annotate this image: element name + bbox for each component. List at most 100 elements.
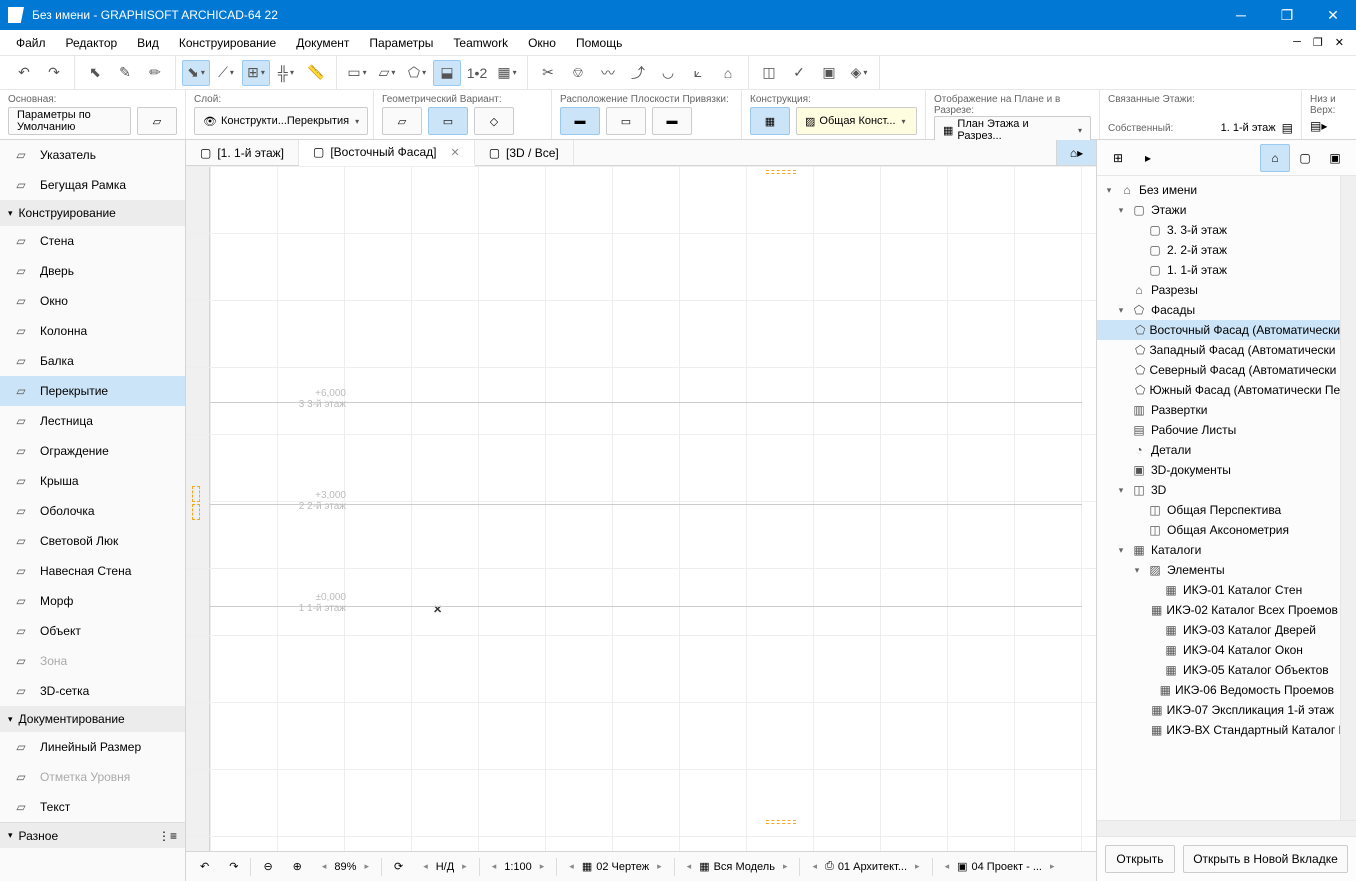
project-value[interactable]: ▣04 Проект - ... bbox=[937, 856, 1063, 878]
intersect-button[interactable]: ⤴ bbox=[624, 60, 652, 86]
navigator-h-scrollbar[interactable] bbox=[1097, 820, 1356, 836]
redo-button[interactable]: ↷ bbox=[40, 60, 68, 86]
scale-value[interactable]: 1:100 bbox=[484, 856, 553, 878]
tree-item[interactable]: ▥Развертки bbox=[1097, 400, 1340, 420]
dimension-tool[interactable]: ▱Линейный Размер bbox=[0, 732, 185, 762]
tree-toggle-icon[interactable]: ▾ bbox=[1115, 205, 1127, 216]
roof-tool[interactable]: ▱Крыша bbox=[0, 466, 185, 496]
marquee-tool[interactable]: ▱Бегущая Рамка bbox=[0, 170, 185, 200]
syringe-button[interactable]: ✏ bbox=[141, 60, 169, 86]
undo-button[interactable]: ↶ bbox=[10, 60, 38, 86]
close-button[interactable]: ✕ bbox=[1310, 0, 1356, 30]
tree-item[interactable]: ⬠Западный Фасад (Автоматически I bbox=[1097, 340, 1340, 360]
document-section-header[interactable]: Документирование bbox=[0, 706, 185, 732]
mdi-close-button[interactable]: ✕ bbox=[1329, 34, 1350, 51]
construction-selector[interactable]: ▨Общая Конст... bbox=[796, 107, 917, 135]
view-tab[interactable]: ▢[1. 1-й этаж] bbox=[186, 140, 299, 165]
morph-tool[interactable]: ▱Морф bbox=[0, 586, 185, 616]
tab-close-button[interactable]: ✕ bbox=[450, 146, 459, 159]
tree-toggle-icon[interactable]: ▾ bbox=[1115, 305, 1127, 316]
nav-layout-book-button[interactable]: ▢ bbox=[1290, 144, 1320, 172]
geom-rect-button[interactable]: ▭ bbox=[428, 107, 468, 135]
resize-button[interactable]: ⟀ bbox=[684, 60, 712, 86]
tree-toggle-icon[interactable]: ▾ bbox=[1103, 185, 1115, 196]
adjust-button[interactable]: 〰 bbox=[594, 60, 622, 86]
navigator-scrollbar[interactable] bbox=[1340, 176, 1356, 820]
topbot-icon[interactable]: ▤▸ bbox=[1310, 119, 1327, 133]
door-tool[interactable]: ▱Дверь bbox=[0, 256, 185, 286]
shell-tool[interactable]: ▱Оболочка bbox=[0, 496, 185, 526]
gravity-button[interactable]: ⬓ bbox=[433, 60, 461, 86]
surface-snap-button[interactable]: ⬠ bbox=[403, 60, 431, 86]
tree-toggle-icon[interactable]: ▾ bbox=[1115, 545, 1127, 556]
tree-item[interactable]: ◫Общая Перспектива bbox=[1097, 500, 1340, 520]
split-button[interactable]: ⎊ bbox=[564, 60, 592, 86]
nav-publisher-button[interactable]: ▣ bbox=[1320, 144, 1350, 172]
plane-top-button[interactable]: ▬ bbox=[560, 107, 600, 135]
zoom-in-button[interactable]: ⊕ bbox=[285, 856, 310, 878]
orientation-button[interactable]: ⟳ bbox=[386, 856, 411, 878]
nav-tree-mode-button[interactable]: ⊞ bbox=[1103, 144, 1133, 172]
home-button[interactable]: ⌂ bbox=[714, 60, 742, 86]
stair-tool[interactable]: ▱Лестница bbox=[0, 406, 185, 436]
maximize-button[interactable]: ❐ bbox=[1264, 0, 1310, 30]
open-new-tab-button[interactable]: Открыть в Новой Вкладке bbox=[1183, 845, 1348, 873]
nav-prev-button[interactable]: ↶ bbox=[192, 856, 217, 878]
tree-item[interactable]: ⌂Разрезы bbox=[1097, 280, 1340, 300]
arch-value[interactable]: ⎙01 Архитект... bbox=[804, 856, 927, 878]
menu-параметры[interactable]: Параметры bbox=[359, 32, 443, 54]
minimize-button[interactable]: ─ bbox=[1218, 0, 1264, 30]
tree-item[interactable]: ▣3D-документы bbox=[1097, 460, 1340, 480]
tree-item[interactable]: ◫Общая Аксонометрия bbox=[1097, 520, 1340, 540]
tree-item[interactable]: ▦ИКЭ-05 Каталог Объектов bbox=[1097, 660, 1340, 680]
model-value[interactable]: ▦Вся Модель bbox=[679, 856, 796, 878]
guide-lines-button[interactable]: ⟋ bbox=[212, 60, 240, 86]
tree-item[interactable]: ⬠Северный Фасад (Автоматически bbox=[1097, 360, 1340, 380]
tree-item[interactable]: ▾⬠Фасады bbox=[1097, 300, 1340, 320]
plane-core-button[interactable]: ▭ bbox=[606, 107, 646, 135]
pick-button[interactable]: ⬉ bbox=[81, 60, 109, 86]
wall-tool[interactable]: ▱Стена bbox=[0, 226, 185, 256]
railing-tool[interactable]: ▱Ограждение bbox=[0, 436, 185, 466]
nav-dropdown-button[interactable]: ▸ bbox=[1133, 144, 1163, 172]
menu-вид[interactable]: Вид bbox=[127, 32, 169, 54]
show-selection-button[interactable]: ✓ bbox=[785, 60, 813, 86]
geom-rotated-button[interactable]: ◇ bbox=[474, 107, 514, 135]
find-select-button[interactable]: ▣ bbox=[815, 60, 843, 86]
construction-section-header[interactable]: Конструирование bbox=[0, 200, 185, 226]
tree-item[interactable]: ▾▨Элементы bbox=[1097, 560, 1340, 580]
curtain-wall-tool[interactable]: ▱Навесная Стена bbox=[0, 556, 185, 586]
tree-item[interactable]: ▢2. 2-й этаж bbox=[1097, 240, 1340, 260]
tree-item[interactable]: ▦ИКЭ-03 Каталог Дверей bbox=[1097, 620, 1340, 640]
column-tool[interactable]: ▱Колонна bbox=[0, 316, 185, 346]
menu-файл[interactable]: Файл bbox=[6, 32, 56, 54]
tree-item[interactable]: ▢1. 1-й этаж bbox=[1097, 260, 1340, 280]
tree-item[interactable]: ▦ИКЭ-06 Ведомость Проемов bbox=[1097, 680, 1340, 700]
menu-помощь[interactable]: Помощь bbox=[566, 32, 632, 54]
eyedropper-button[interactable]: ✎ bbox=[111, 60, 139, 86]
tree-item[interactable]: ▦ИКЭ-ВХ Стандартный Каталог ВI bbox=[1097, 720, 1340, 740]
tree-item[interactable]: ▦ИКЭ-04 Каталог Окон bbox=[1097, 640, 1340, 660]
drawing-canvas[interactable]: ✕ +6,0003 3-й этаж+3,0002 2-й этаж±0,000… bbox=[186, 166, 1096, 851]
measure-button[interactable]: ✂ bbox=[534, 60, 562, 86]
text-tool[interactable]: ▱Текст bbox=[0, 792, 185, 822]
home-story-value[interactable]: 1. 1-й этаж bbox=[1221, 122, 1276, 134]
open-button[interactable]: Открыть bbox=[1105, 845, 1175, 873]
tree-toggle-icon[interactable]: ▾ bbox=[1131, 565, 1143, 576]
plane-bottom-button[interactable]: ▬ bbox=[652, 107, 692, 135]
tree-item[interactable]: ▤Рабочие Листы bbox=[1097, 420, 1340, 440]
orientation-value[interactable]: Н/Д bbox=[415, 856, 475, 878]
object-tool[interactable]: ▱Объект bbox=[0, 616, 185, 646]
fillet-button[interactable]: ◡ bbox=[654, 60, 682, 86]
drawing-value[interactable]: ▦02 Чертеж bbox=[561, 856, 669, 878]
menu-teamwork[interactable]: Teamwork bbox=[443, 32, 518, 54]
tree-item[interactable]: ⬠Восточный Фасад (Автоматически bbox=[1097, 320, 1340, 340]
beam-tool[interactable]: ▱Балка bbox=[0, 346, 185, 376]
tree-item[interactable]: ▦ИКЭ-01 Каталог Стен bbox=[1097, 580, 1340, 600]
construction-basic-button[interactable]: ▦ bbox=[750, 107, 790, 135]
tree-item[interactable]: ▦ИКЭ-02 Каталог Всех Проемов bbox=[1097, 600, 1340, 620]
mdi-restore-button[interactable]: ❐ bbox=[1307, 34, 1329, 51]
nav-next-button[interactable]: ↷ bbox=[221, 856, 246, 878]
story-link-icon[interactable]: ▤ bbox=[1282, 121, 1293, 135]
menu-конструирование[interactable]: Конструирование bbox=[169, 32, 286, 54]
